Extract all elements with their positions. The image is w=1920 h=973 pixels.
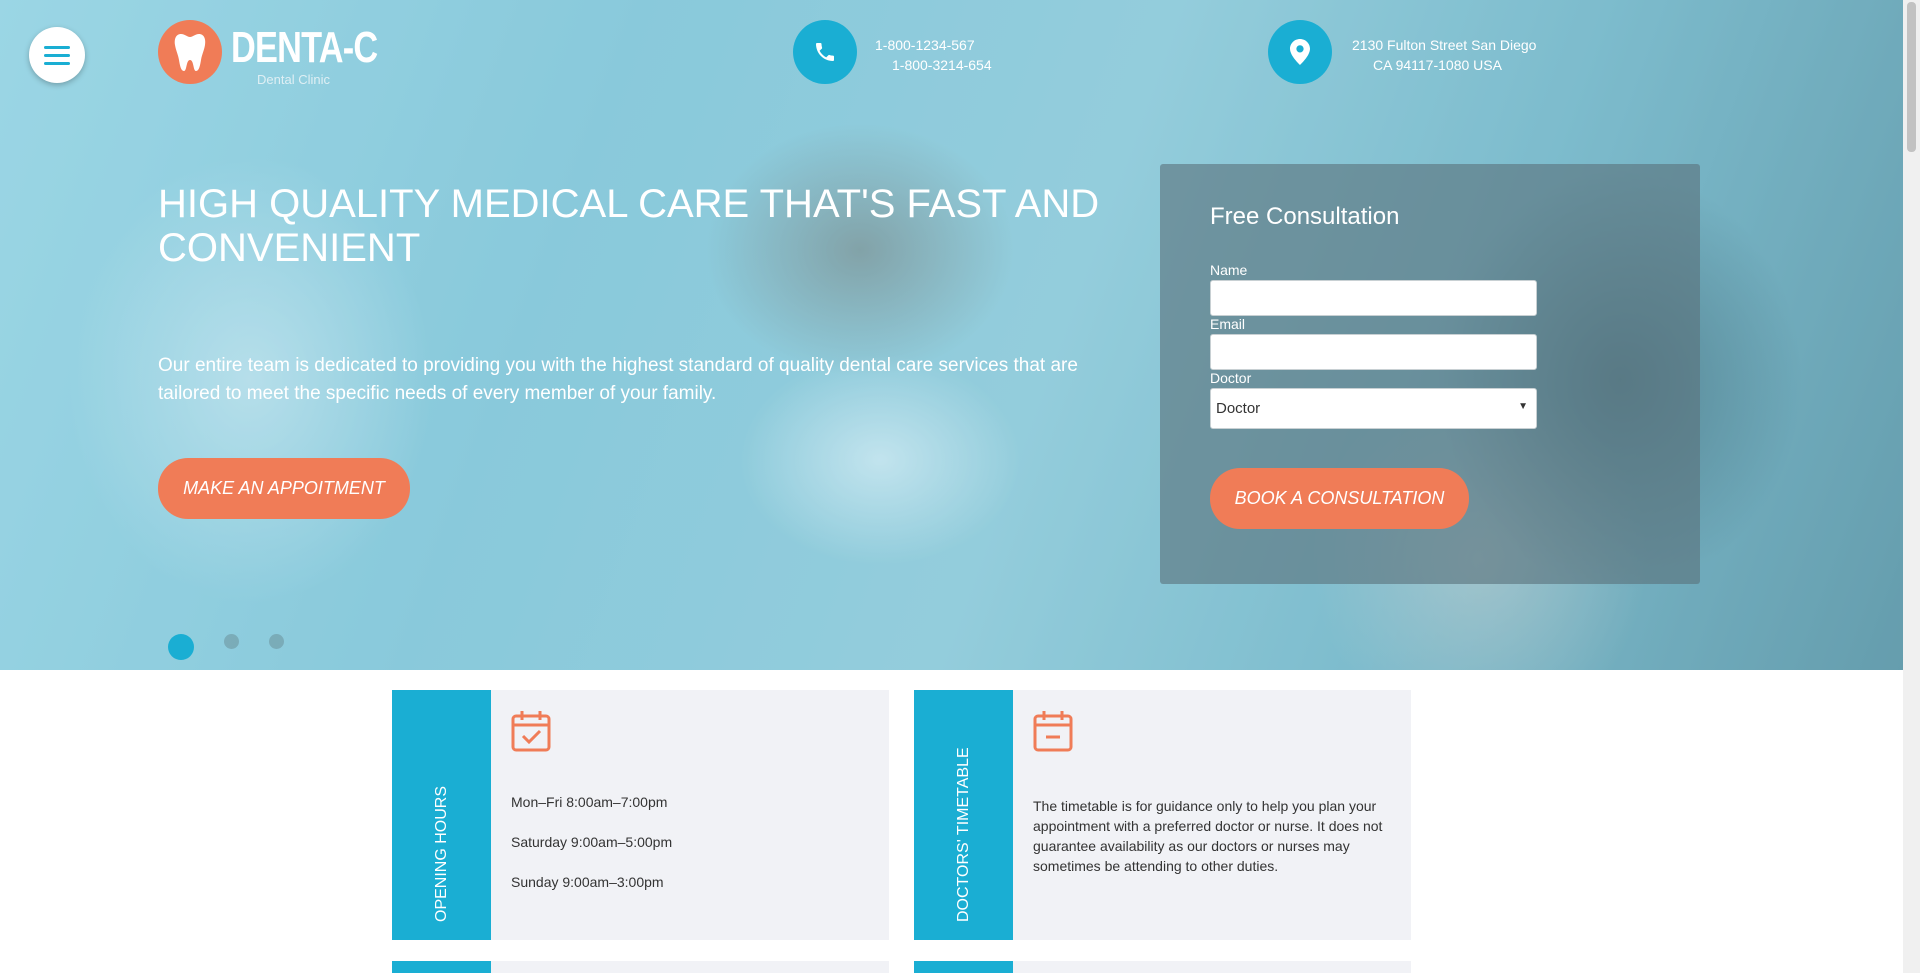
free-consultation-form: Free Consultation Name Email Doctor Doct… <box>1160 164 1700 584</box>
opening-hours-card: OPENING HOURS Mon–Fri 8:00am–7:00pm Satu… <box>392 690 889 940</box>
timetable-header: DOCTORS' TIMETABLE <box>914 690 1013 940</box>
calendar-check-icon <box>511 710 551 757</box>
hero-description: Our entire team is dedicated to providin… <box>158 355 1078 404</box>
slide-dot-3[interactable] <box>269 634 284 649</box>
scrollbar-thumb[interactable] <box>1907 2 1916 152</box>
address-line-1: 2130 Fulton Street San Diego <box>1352 37 1537 53</box>
doctor-label: Doctor <box>1210 370 1252 386</box>
brand-tagline: Dental Clinic <box>257 72 330 87</box>
hours-sunday: Sunday 9:00am–3:00pm <box>511 874 664 890</box>
dropdown-arrow-icon: ▼ <box>1518 401 1528 412</box>
email-label: Email <box>1210 316 1246 332</box>
next-card-right <box>914 961 1411 973</box>
phone-secondary[interactable]: 1-800-3214-654 <box>875 55 992 75</box>
email-input[interactable] <box>1210 334 1537 370</box>
location-pin-icon <box>1268 20 1332 84</box>
make-appointment-button[interactable]: MAKE AN APPOITMENT <box>158 458 410 519</box>
address: 2130 Fulton Street San Diego CA 94117-10… <box>1352 35 1536 75</box>
timetable-description: The timetable is for guidance only to he… <box>1033 798 1383 874</box>
opening-hours-title: OPENING HOURS <box>432 785 450 922</box>
brand-name: DENTA-C <box>231 23 378 72</box>
hours-weekdays: Mon–Fri 8:00am–7:00pm <box>511 794 668 810</box>
book-consultation-button[interactable]: BOOK A CONSULTATION <box>1210 468 1469 529</box>
tooth-icon <box>158 20 222 84</box>
phone-numbers: 1-800-1234-567 1-800-3214-654 <box>875 35 992 75</box>
name-input[interactable] <box>1210 280 1537 316</box>
consultation-title: Free Consultation <box>1210 203 1400 230</box>
hours-saturday: Saturday 9:00am–5:00pm <box>511 834 673 850</box>
calendar-minus-icon <box>1033 710 1073 757</box>
address-line-2: CA 94117-1080 USA <box>1373 57 1502 73</box>
menu-button[interactable] <box>29 27 85 83</box>
hero-title: HIGH QUALITY MEDICAL CARE THAT'S FAST AN… <box>158 182 1100 270</box>
menu-icon <box>44 45 70 49</box>
page-scrollbar[interactable] <box>1903 0 1920 973</box>
hero-slider: DENTA-C Dental Clinic 1-800-1234-567 1-8… <box>0 0 1903 670</box>
next-card-left <box>392 961 889 973</box>
logo[interactable]: DENTA-C Dental Clinic <box>158 20 419 87</box>
slide-dot-2[interactable] <box>224 634 239 649</box>
name-label: Name <box>1210 262 1248 278</box>
doctors-timetable-card: DOCTORS' TIMETABLE The timetable is for … <box>914 690 1411 940</box>
phone-icon <box>793 20 857 84</box>
phone-primary[interactable]: 1-800-1234-567 <box>875 35 992 55</box>
opening-hours-header: OPENING HOURS <box>392 690 491 940</box>
doctor-select-value: Doctor <box>1216 400 1261 417</box>
timetable-title: DOCTORS' TIMETABLE <box>954 747 972 922</box>
doctor-select[interactable]: Doctor ▼ <box>1210 388 1537 429</box>
slide-dot-1[interactable] <box>168 634 194 660</box>
